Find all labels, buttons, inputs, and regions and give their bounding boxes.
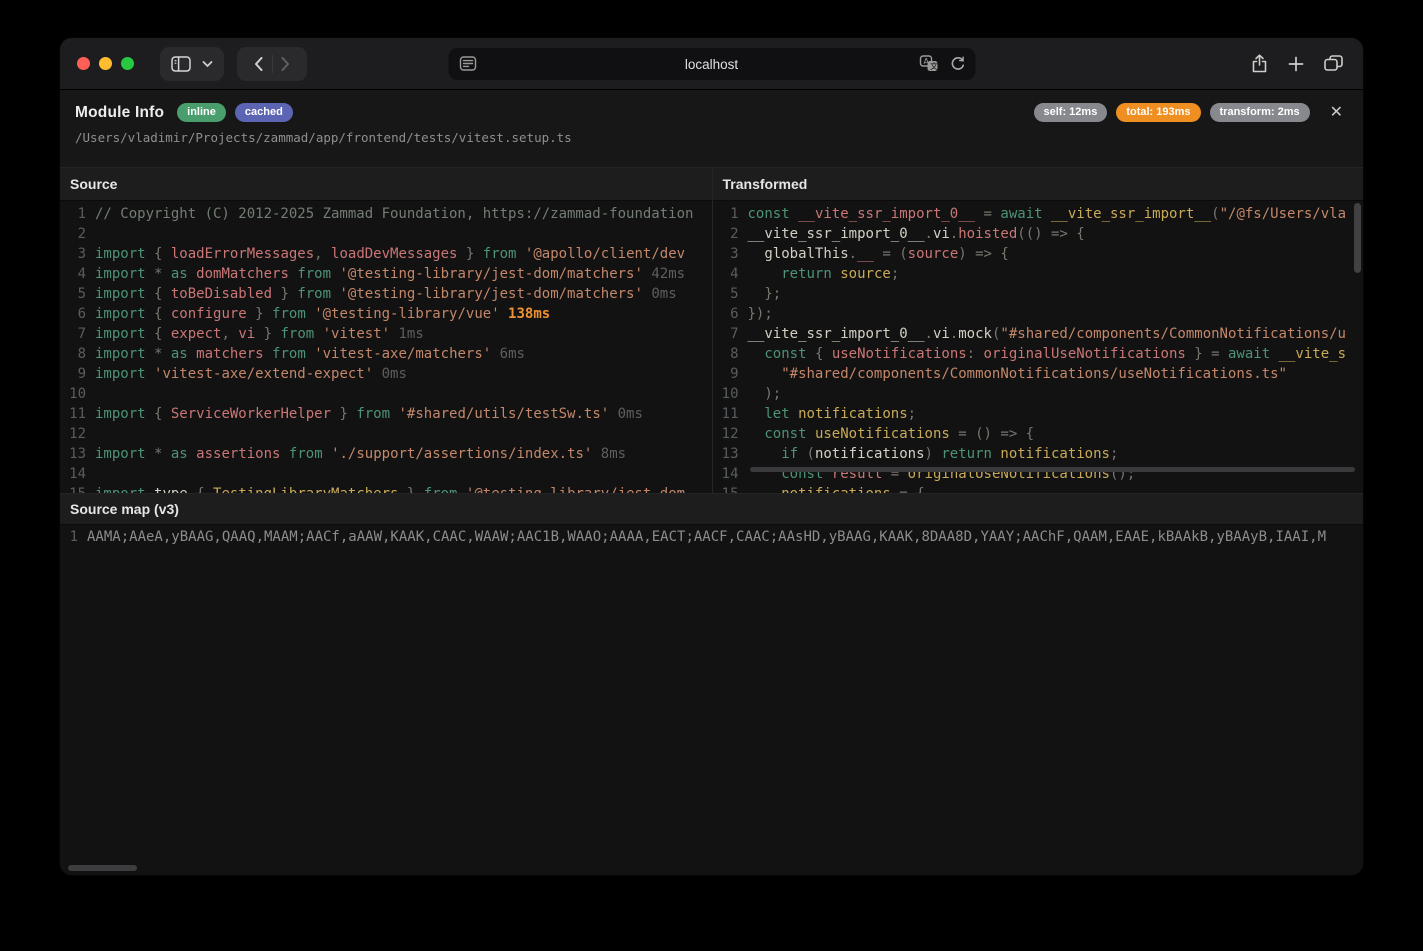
code-line: 3 globalThis.__ = (source) => {	[713, 244, 1364, 264]
close-icon[interactable]: ✕	[1330, 105, 1343, 121]
page-title: Module Info	[75, 104, 164, 122]
svg-text:文: 文	[930, 61, 938, 71]
badge-total-193ms: total: 193ms	[1116, 103, 1200, 122]
code-line: 5import { toBeDisabled } from '@testing-…	[60, 284, 712, 304]
source-pane-header: Source	[60, 167, 712, 201]
code-line: 6});	[713, 304, 1364, 324]
module-path: /Users/vladimir/Projects/zammad/app/fron…	[75, 130, 1347, 145]
code-line: 2	[60, 224, 712, 244]
sourcemap-scrollbar-thumb[interactable]	[68, 865, 137, 871]
browser-window: localhost A 文	[60, 38, 1363, 875]
code-line: 7__vite_ssr_import_0__.vi.mock("#shared/…	[713, 324, 1364, 344]
editor-split: Source 1// Copyright (C) 2012-2025 Zamma…	[60, 167, 1363, 493]
code-line: 11 let notifications;	[713, 404, 1364, 424]
badge-cached: cached	[235, 103, 293, 122]
code-line: 12 const useNotifications = () => {	[713, 424, 1364, 444]
code-line: 13import * as assertions from './support…	[60, 444, 712, 464]
new-tab-icon[interactable]	[1288, 56, 1304, 72]
sourcemap-code[interactable]: 1 AAMA;AAeA,yBAAG,QAAQ,MAAM;AACf,aAAW,KA…	[60, 525, 1363, 550]
forward-button[interactable]	[281, 57, 290, 71]
code-line: 1// Copyright (C) 2012-2025 Zammad Found…	[60, 204, 712, 224]
code-line: 7import { expect, vi } from 'vitest' 1ms	[60, 324, 712, 344]
horizontal-scrollbar-thumb[interactable]	[750, 467, 1356, 472]
share-icon[interactable]	[1251, 54, 1268, 73]
url-bar[interactable]: localhost A 文	[448, 48, 975, 80]
transformed-pane-header: Transformed	[713, 167, 1364, 201]
sourcemap-header: Source map (v3)	[60, 493, 1363, 525]
badge-transform-2ms: transform: 2ms	[1210, 103, 1310, 122]
sidebar-chevron-down-icon[interactable]	[202, 60, 213, 68]
zoom-window-button[interactable]	[121, 57, 134, 70]
reload-icon[interactable]	[950, 56, 965, 72]
source-code[interactable]: 1// Copyright (C) 2012-2025 Zammad Found…	[60, 201, 712, 493]
code-line: 4 return source;	[713, 264, 1364, 284]
code-line: 11import { ServiceWorkerHelper } from '#…	[60, 404, 712, 424]
timing-badges: self: 12ms total: 193ms transform: 2ms	[1034, 103, 1310, 122]
module-info-header: Module Info inline cached self: 12ms total…	[60, 90, 1363, 167]
traffic-lights	[77, 57, 134, 70]
code-line: 9 "#shared/components/CommonNotification…	[713, 364, 1364, 384]
badge-self-12ms: self: 12ms	[1034, 103, 1108, 122]
browser-toolbar: localhost A 文	[60, 38, 1363, 90]
close-window-button[interactable]	[77, 57, 90, 70]
source-pane: Source 1// Copyright (C) 2012-2025 Zamma…	[60, 167, 712, 493]
badge-inline: inline	[177, 103, 226, 122]
sourcemap-scroll-area	[60, 550, 1363, 876]
tab-overview-icon[interactable]	[1324, 55, 1343, 72]
code-line: 14	[60, 464, 712, 484]
code-line: 9import 'vitest-axe/extend-expect' 0ms	[60, 364, 712, 384]
sidebar-icon[interactable]	[171, 56, 191, 72]
url-text[interactable]: localhost	[448, 57, 975, 72]
code-line: 8 const { useNotifications: originalUseN…	[713, 344, 1364, 364]
sidebar-button-group	[160, 47, 224, 81]
toolbar-right-buttons	[1251, 54, 1343, 73]
code-line: 4import * as domMatchers from '@testing-…	[60, 264, 712, 284]
transformed-pane: Transformed 1const __vite_ssr_import_0__…	[712, 167, 1364, 493]
code-line: 10 );	[713, 384, 1364, 404]
code-line: 15import type { TestingLibraryMatchers }…	[60, 484, 712, 493]
sourcemap-line-number: 1	[60, 529, 78, 550]
minimize-window-button[interactable]	[99, 57, 112, 70]
vertical-scrollbar-thumb[interactable]	[1354, 203, 1361, 273]
back-button[interactable]	[254, 57, 263, 71]
code-line: 10	[60, 384, 712, 404]
translate-icon[interactable]: A 文	[919, 55, 938, 72]
code-line: 1const __vite_ssr_import_0__ = await __v…	[713, 204, 1364, 224]
code-line: 5 };	[713, 284, 1364, 304]
nav-button-group	[237, 47, 307, 81]
code-line: 12	[60, 424, 712, 444]
code-line: 8import * as matchers from 'vitest-axe/m…	[60, 344, 712, 364]
nav-divider	[272, 55, 273, 73]
code-line: 2__vite_ssr_import_0__.vi.hoisted(() => …	[713, 224, 1364, 244]
module-badges: inline cached	[177, 103, 293, 122]
code-line: 15 notifications = {	[713, 484, 1364, 493]
code-line: 13 if (notifications) return notificatio…	[713, 444, 1364, 464]
transformed-code[interactable]: 1const __vite_ssr_import_0__ = await __v…	[713, 201, 1364, 493]
sourcemap-mappings: AAMA;AAeA,yBAAG,QAAQ,MAAM;AACf,aAAW,KAAK…	[87, 529, 1326, 550]
code-line: 6import { configure } from '@testing-lib…	[60, 304, 712, 324]
code-line: 3import { loadErrorMessages, loadDevMess…	[60, 244, 712, 264]
